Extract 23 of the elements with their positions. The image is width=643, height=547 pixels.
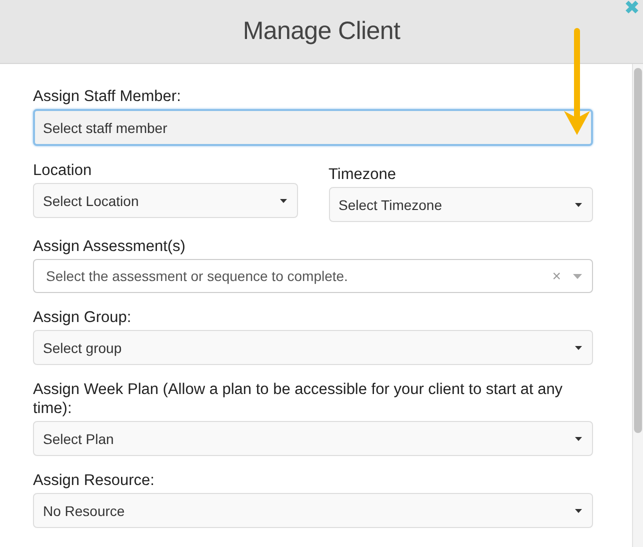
caret-icon: [575, 202, 582, 206]
field-label: Timezone: [328, 165, 397, 184]
caret-icon: [575, 346, 582, 350]
caret-icon: [573, 274, 582, 278]
multiselect-field[interactable]: Select the assessment or sequence to complete. ×: [33, 259, 593, 293]
select-dropdown[interactable]: Select Timezone: [328, 187, 593, 222]
field-label: Location: [33, 161, 93, 180]
caret-icon: [575, 436, 582, 440]
select-dropdown[interactable]: Select Location: [33, 183, 298, 218]
field-label: Assign Week Plan (Allow a plan to be accessible for your client to start at any time):: [33, 380, 564, 418]
select-dropdown[interactable]: Select staff member: [33, 109, 593, 146]
dialog-title: Manage Client: [242, 17, 400, 46]
select-dropdown[interactable]: No Resource: [33, 493, 593, 528]
select-dropdown[interactable]: Select Plan: [33, 421, 593, 456]
field-label: Assign Assessment(s): [33, 237, 186, 256]
caret-icon: [280, 198, 286, 202]
field-label: Assign Resource:: [33, 471, 156, 490]
scrollbar-thumb[interactable]: [634, 68, 642, 433]
caret-icon: [575, 508, 582, 512]
scrollbar[interactable]: [632, 64, 643, 547]
field-label: Assign Staff Member:: [33, 87, 182, 106]
select-dropdown[interactable]: Select group: [33, 330, 593, 365]
field-label: Assign Group:: [33, 308, 132, 327]
